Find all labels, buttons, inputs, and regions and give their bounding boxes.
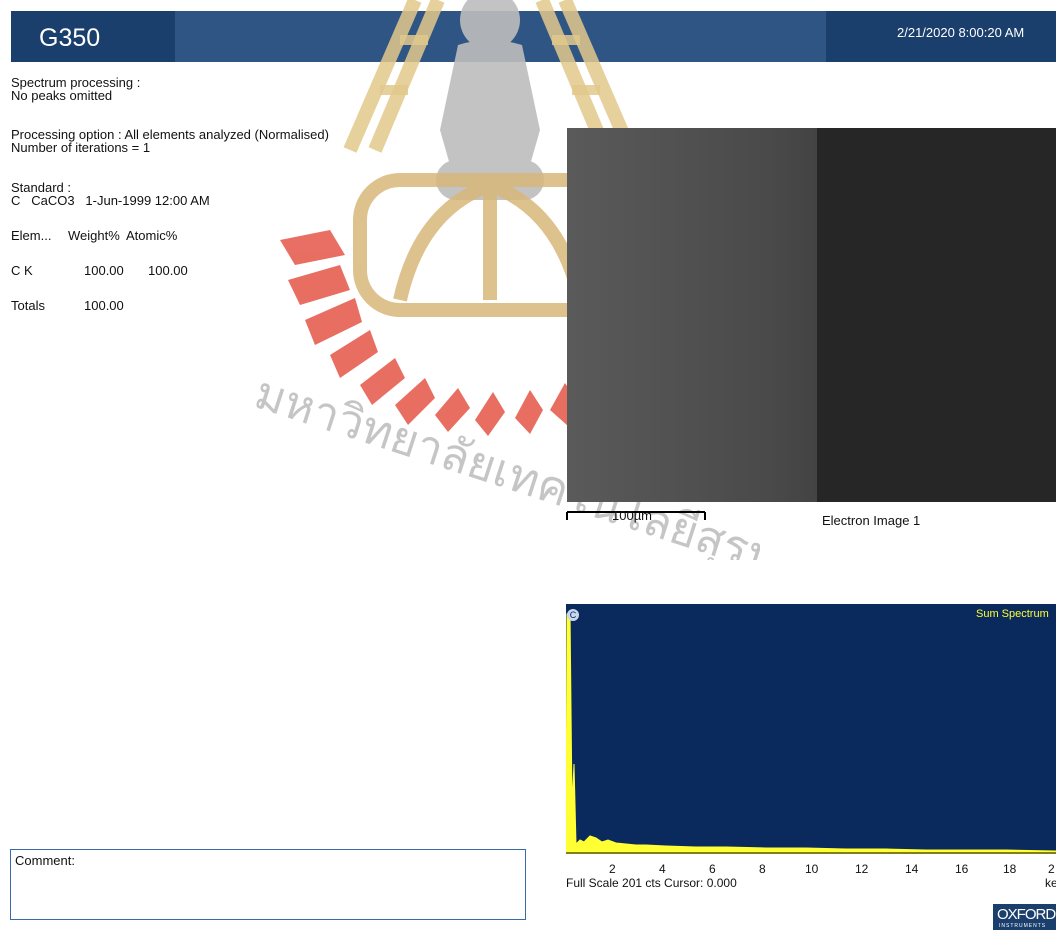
table-header-weight: Weight% (68, 228, 120, 243)
table-cell-elem: C K (11, 263, 33, 278)
report-datetime: 2/21/2020 8:00:20 AM (897, 25, 1025, 40)
x-tick-label: 2 (609, 862, 616, 876)
x-tick-label: 18 (1003, 862, 1017, 876)
spectrum-footer: Full Scale 201 cts Cursor: 0.000 (566, 876, 737, 890)
electron-image (567, 128, 1056, 502)
table-header-atomic: Atomic% (126, 228, 178, 243)
x-tick-label: 2 (1048, 862, 1055, 876)
oxford-instruments-logo: OXFORD INSTRUMENTS (993, 904, 1056, 930)
x-tick-label: 12 (855, 862, 869, 876)
spectrum-processing-value: No peaks omitted (11, 88, 113, 103)
scale-bar-label: 100µm (612, 508, 653, 523)
electron-image-left-region (567, 128, 817, 502)
iterations-count: Number of iterations = 1 (11, 140, 151, 155)
peak-marker: C (567, 609, 579, 621)
table-cell-atomic: 100.00 (148, 263, 188, 278)
header-middle-block (175, 11, 826, 62)
logo-subtext: INSTRUMENTS (999, 923, 1047, 929)
logo-text: OXFORD (997, 906, 1056, 923)
spectrum-trace (566, 611, 1056, 854)
x-tick-label: 6 (709, 862, 716, 876)
x-tick-label: 4 (659, 862, 666, 876)
spectrum-title: Sum Spectrum (976, 608, 1049, 620)
electron-image-right-region (817, 128, 1056, 502)
comment-label: Comment: (15, 853, 75, 868)
comment-box[interactable]: Comment: (10, 849, 526, 920)
electron-image-caption: Electron Image 1 (822, 513, 921, 528)
report-title: G350 (39, 24, 101, 52)
x-axis-unit: ke (1045, 876, 1056, 890)
totals-label: Totals (11, 298, 45, 313)
x-tick-label: 10 (805, 862, 819, 876)
x-tick-label: 14 (905, 862, 919, 876)
spectrum-plot (566, 604, 1056, 854)
table-cell-weight: 100.00 (84, 263, 124, 278)
table-header-elem: Elem... (11, 228, 52, 243)
report-header: G350 2/21/2020 8:00:20 AM (11, 11, 1056, 62)
standard-value: C CaCO3 1-Jun-1999 12:00 AM (11, 193, 210, 208)
x-tick-label: 16 (955, 862, 969, 876)
x-tick-label: 8 (759, 862, 766, 876)
totals-value: 100.00 (84, 298, 124, 313)
